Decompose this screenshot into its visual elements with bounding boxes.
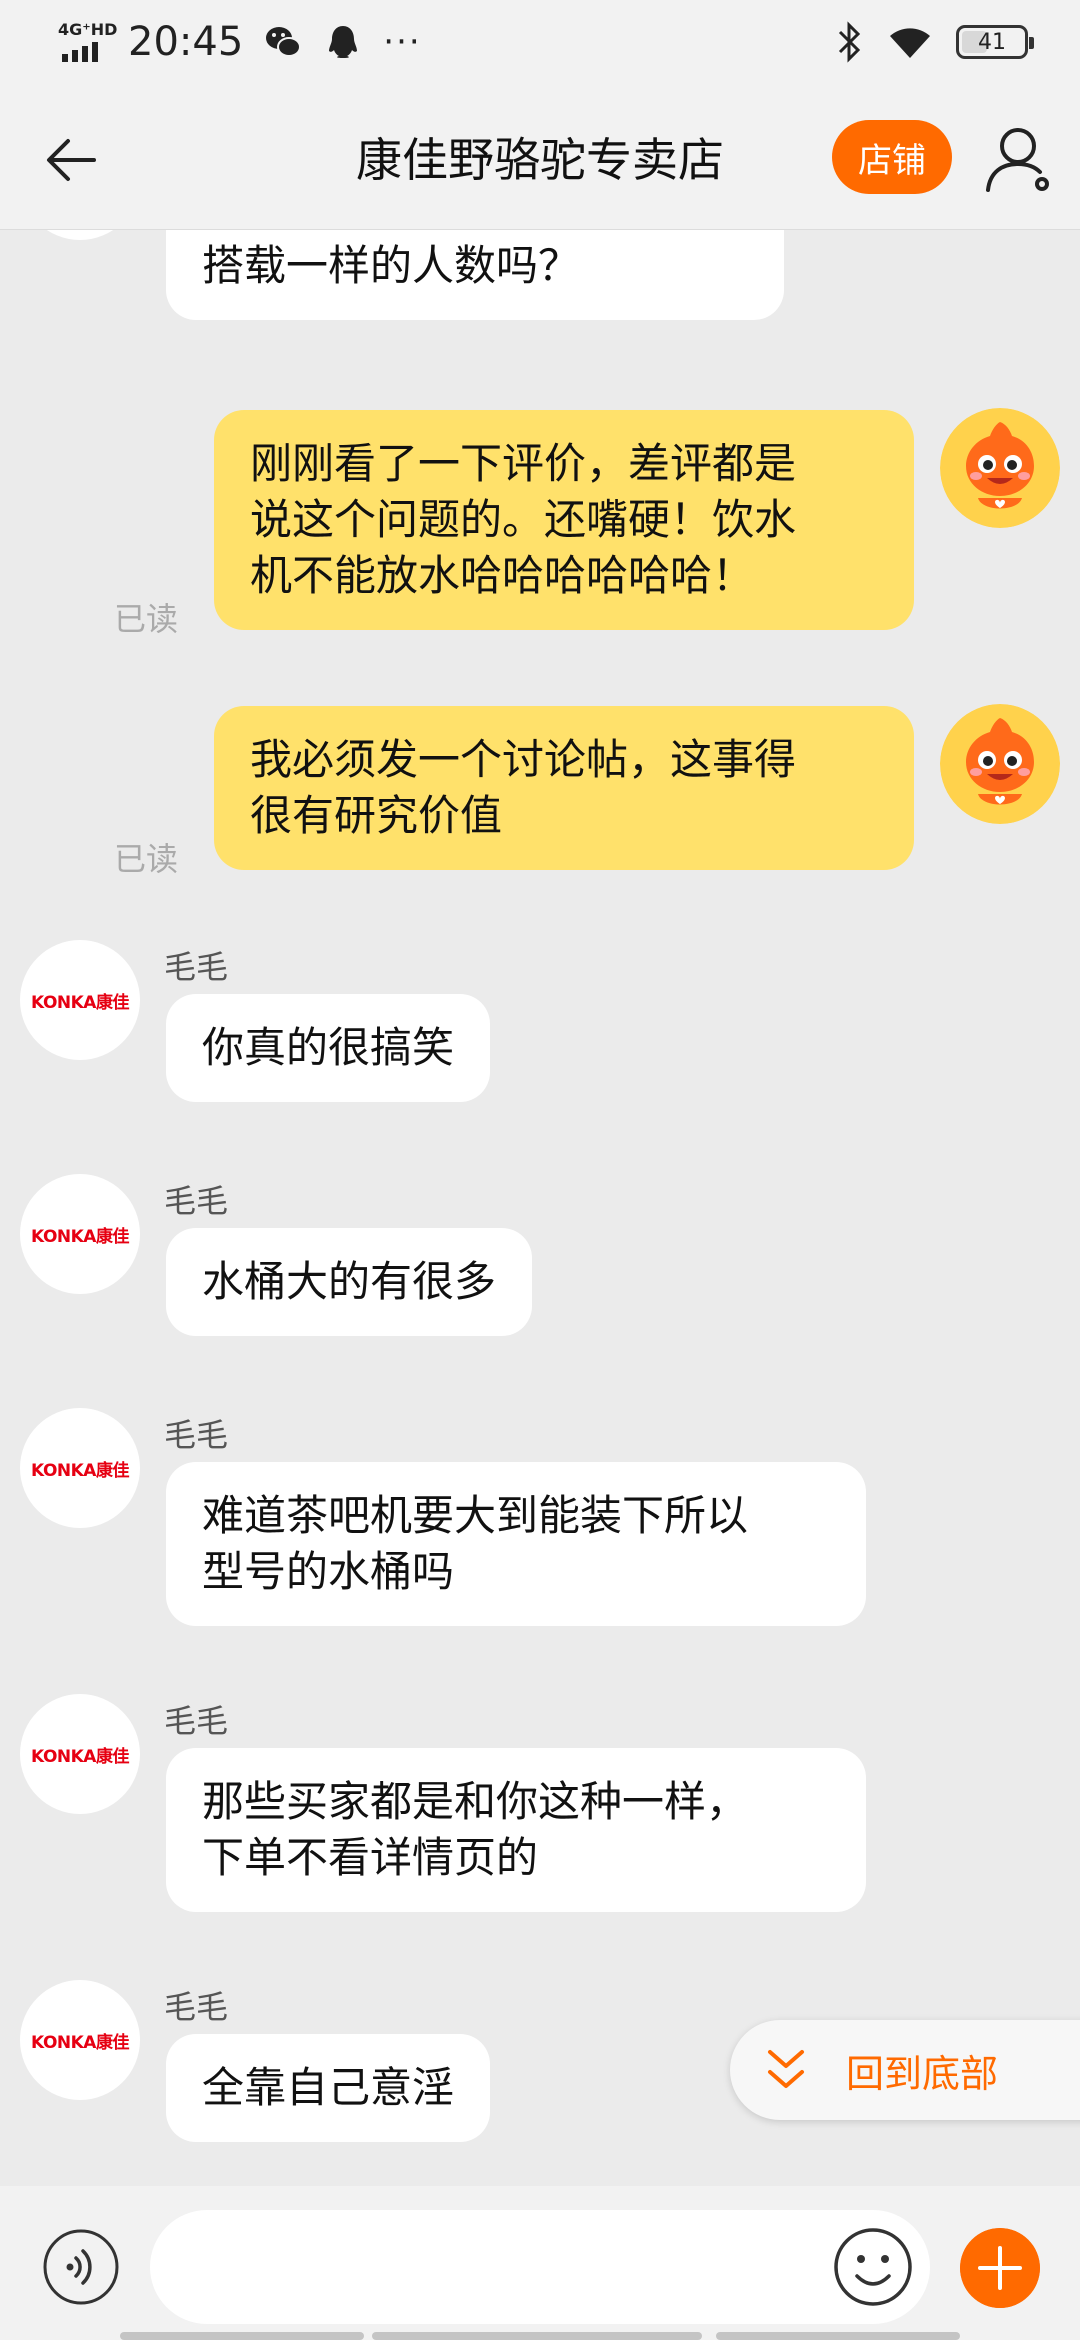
status-time: 20:45 xyxy=(128,19,244,65)
shop-avatar[interactable]: KONKA康佳 xyxy=(20,940,140,1060)
more-notifications-icon: ··· xyxy=(383,22,422,62)
sender-name: 毛毛 xyxy=(164,1416,229,1454)
shop-button[interactable]: 店铺 xyxy=(832,120,952,194)
message-line: 刚刚看了一下评价，差评都是 xyxy=(250,439,797,488)
self-avatar[interactable] xyxy=(940,408,1060,528)
nav-indicator xyxy=(120,2332,364,2340)
shop-avatar[interactable]: KONKA康佳 xyxy=(20,1174,140,1294)
message-line: 那些买家都是和你这种一样， xyxy=(202,1777,749,1826)
message-line: 说这个问题的。还嘴硬！饮水 xyxy=(250,495,797,544)
network-label: 4G⁺HD xyxy=(58,20,118,39)
message-line: 型号的水桶吗 xyxy=(202,1547,455,1596)
wifi-icon xyxy=(890,28,930,58)
message-bubble[interactable]: 我必须发一个讨论帖，这事得 很有研究价值 xyxy=(214,706,914,870)
message-line: 下单不看详情页的 xyxy=(202,1833,539,1882)
message-bubble[interactable]: 水桶大的有很多 xyxy=(166,1228,533,1336)
plus-button[interactable] xyxy=(960,2228,1040,2308)
nav-indicator xyxy=(716,2332,960,2340)
back-to-bottom-button[interactable]: 回到底部 xyxy=(730,2020,1080,2120)
sender-name: 毛毛 xyxy=(164,1182,229,1220)
sender-name: 毛毛 xyxy=(164,948,229,986)
message-bubble[interactable]: 你真的很搞笑 xyxy=(166,994,491,1102)
sender-name: 毛毛 xyxy=(164,1702,229,1740)
message-line: 难道你买个私家车想和公交车 xyxy=(202,230,748,238)
user-settings-icon[interactable] xyxy=(980,120,1060,200)
message-bubble[interactable]: 刚刚看了一下评价，差评都是 说这个问题的。还嘴硬！饮水 机不能放水哈哈哈哈哈哈！ xyxy=(214,410,914,630)
double-chevron-down-icon xyxy=(768,2050,804,2088)
message-line: 难道茶吧机要大到能装下所以 xyxy=(202,1491,749,1540)
shop-avatar[interactable]: KONKA康佳 xyxy=(20,1980,140,2100)
chat-header: 康佳野骆驼专卖店 店铺 xyxy=(0,84,1080,230)
message-bubble[interactable]: 难道你买个私家车想和公交车 搭载一样的人数吗？ xyxy=(166,230,785,320)
nav-indicator xyxy=(372,2332,702,2340)
message-line: 你真的很搞笑 xyxy=(202,1023,455,1072)
read-receipt: 已读 xyxy=(114,600,179,638)
signal-icon xyxy=(62,42,98,62)
message-bubble[interactable]: 全靠自己意淫 xyxy=(166,2034,491,2142)
message-line: 机不能放水哈哈哈哈哈哈！ xyxy=(250,551,755,600)
message-line: 全靠自己意淫 xyxy=(202,2063,455,2112)
back-to-bottom-label: 回到底部 xyxy=(846,2051,999,2096)
status-left: 4G⁺HD 20:45 ··· xyxy=(58,18,422,66)
status-right: 41 xyxy=(834,18,1034,66)
input-bar xyxy=(0,2186,1080,2340)
battery-icon: 41 xyxy=(956,25,1034,59)
wechat-icon xyxy=(266,27,302,57)
battery-level: 41 xyxy=(978,29,1006,55)
message-list[interactable]: KONKA康佳 难道你买个私家车想和公交车 搭载一样的人数吗？ 已读 刚刚看了一… xyxy=(0,230,1080,2186)
message-bubble[interactable]: 难道茶吧机要大到能装下所以 型号的水桶吗 xyxy=(166,1462,866,1626)
shop-avatar[interactable]: KONKA康佳 xyxy=(20,1694,140,1814)
self-avatar[interactable] xyxy=(940,704,1060,824)
network-indicator: 4G⁺HD xyxy=(58,20,118,64)
voice-input-icon[interactable] xyxy=(42,2228,120,2306)
message-input[interactable] xyxy=(150,2210,930,2324)
message-bubble[interactable]: 那些买家都是和你这种一样， 下单不看详情页的 xyxy=(166,1748,866,1912)
message-line: 搭载一样的人数吗？ xyxy=(202,241,581,290)
message-line: 很有研究价值 xyxy=(250,791,503,840)
read-receipt: 已读 xyxy=(114,840,179,878)
status-bar: 4G⁺HD 20:45 ··· 41 xyxy=(0,0,1080,84)
bluetooth-icon xyxy=(838,21,861,63)
message-line: 我必须发一个讨论帖，这事得 xyxy=(250,735,797,784)
sender-name: 毛毛 xyxy=(164,1988,229,2026)
shop-avatar[interactable]: KONKA康佳 xyxy=(20,230,140,240)
emoji-icon[interactable] xyxy=(832,2226,914,2308)
message-line: 水桶大的有很多 xyxy=(202,1257,497,1306)
qq-icon xyxy=(329,26,358,58)
shop-avatar[interactable]: KONKA康佳 xyxy=(20,1408,140,1528)
